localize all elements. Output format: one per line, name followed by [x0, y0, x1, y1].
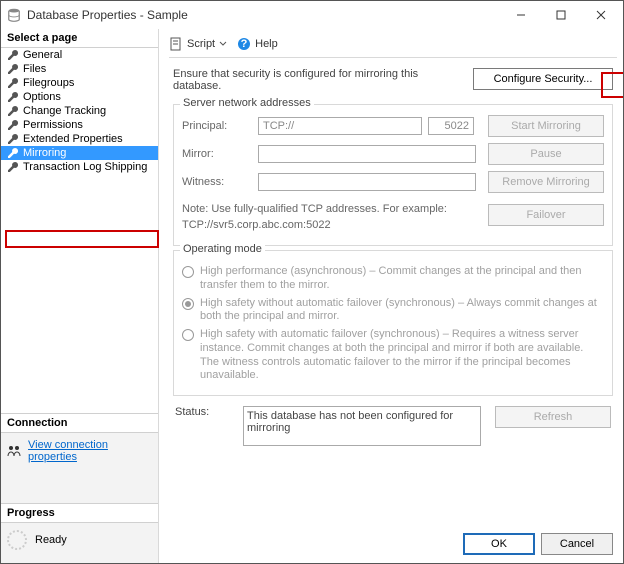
select-page-header: Select a page [1, 29, 158, 48]
start-mirroring-button[interactable]: Start Mirroring [488, 115, 604, 137]
op-high-performance-label: High performance (asynchronous) – Commit… [200, 265, 604, 293]
nav-item-options[interactable]: Options [1, 90, 158, 104]
nav-label: General [23, 49, 62, 61]
witness-input[interactable] [258, 173, 476, 191]
page-nav: General Files Filegroups Options Change Trac… [1, 48, 158, 174]
op-high-safety-label: High safety without automatic failover (… [200, 297, 604, 325]
wrench-icon [7, 77, 19, 89]
script-button[interactable]: Script [187, 38, 215, 50]
mirror-label: Mirror: [182, 148, 252, 160]
wrench-icon [7, 147, 19, 159]
nav-label: Permissions [23, 119, 83, 131]
wrench-icon [7, 161, 19, 173]
help-button[interactable]: Help [255, 38, 278, 50]
nav-item-filegroups[interactable]: Filegroups [1, 76, 158, 90]
title-bar: Database Properties - Sample [1, 1, 623, 29]
progress-status: Ready [35, 534, 67, 546]
ok-button[interactable]: OK [463, 533, 535, 555]
op-high-safety-auto-radio[interactable] [182, 329, 194, 341]
nav-label: Change Tracking [23, 105, 106, 117]
wrench-icon [7, 119, 19, 131]
op-high-safety-radio[interactable] [182, 298, 194, 310]
nav-label: Options [23, 91, 61, 103]
operating-mode-group: Operating mode High performance (asynchr… [173, 250, 613, 396]
svg-text:?: ? [241, 38, 248, 50]
maximize-button[interactable] [541, 1, 581, 29]
op-high-safety-auto-label: High safety with automatic failover (syn… [200, 328, 604, 383]
nav-item-mirroring[interactable]: Mirroring [1, 146, 158, 160]
wrench-icon [7, 63, 19, 75]
minimize-button[interactable] [501, 1, 541, 29]
principal-label: Principal: [182, 120, 252, 132]
nav-label: Mirroring [23, 147, 66, 159]
window-title: Database Properties - Sample [27, 8, 501, 22]
progress-header: Progress [1, 503, 158, 523]
note-line1: Note: Use fully-qualified TCP addresses.… [182, 203, 476, 215]
pause-button[interactable]: Pause [488, 143, 604, 165]
toolbar: Script ? Help [169, 35, 617, 58]
script-icon [169, 37, 183, 51]
close-button[interactable] [581, 1, 621, 29]
nav-label: Extended Properties [23, 133, 123, 145]
failover-button[interactable]: Failover [488, 204, 604, 226]
nav-item-general[interactable]: General [1, 48, 158, 62]
connection-header: Connection [1, 413, 158, 433]
principal-input[interactable] [258, 117, 422, 135]
ensure-text: Ensure that security is configured for m… [173, 68, 461, 92]
op-high-performance-radio[interactable] [182, 266, 194, 278]
configure-security-button[interactable]: Configure Security... [473, 68, 613, 90]
status-value: This database has not been configured fo… [243, 406, 481, 446]
operating-mode-legend: Operating mode [180, 243, 265, 255]
server-addresses-legend: Server network addresses [180, 97, 314, 109]
remove-mirroring-button[interactable]: Remove Mirroring [488, 171, 604, 193]
nav-item-change-tracking[interactable]: Change Tracking [1, 104, 158, 118]
nav-item-transaction-log-shipping[interactable]: Transaction Log Shipping [1, 160, 158, 174]
nav-label: Filegroups [23, 77, 74, 89]
help-icon: ? [237, 37, 251, 51]
dropdown-arrow-icon[interactable] [219, 40, 227, 48]
view-connection-link[interactable]: View connection properties [7, 439, 152, 463]
note-line2: TCP://svr5.corp.abc.com:5022 [182, 219, 476, 231]
progress-spinner-icon [7, 530, 27, 550]
witness-label: Witness: [182, 176, 252, 188]
wrench-icon [7, 105, 19, 117]
wrench-icon [7, 49, 19, 61]
nav-item-permissions[interactable]: Permissions [1, 118, 158, 132]
mirror-input[interactable] [258, 145, 476, 163]
wrench-icon [7, 91, 19, 103]
cancel-button[interactable]: Cancel [541, 533, 613, 555]
nav-label: Files [23, 63, 46, 75]
nav-label: Transaction Log Shipping [23, 161, 147, 173]
refresh-button[interactable]: Refresh [495, 406, 611, 428]
nav-item-files[interactable]: Files [1, 62, 158, 76]
principal-port[interactable] [428, 117, 474, 135]
nav-item-extended-properties[interactable]: Extended Properties [1, 132, 158, 146]
server-addresses-group: Server network addresses Principal: Star… [173, 104, 613, 246]
people-icon [7, 445, 22, 457]
status-label: Status: [175, 406, 235, 418]
database-icon [7, 8, 21, 22]
view-connection-label: View connection properties [28, 439, 152, 463]
wrench-icon [7, 133, 19, 145]
